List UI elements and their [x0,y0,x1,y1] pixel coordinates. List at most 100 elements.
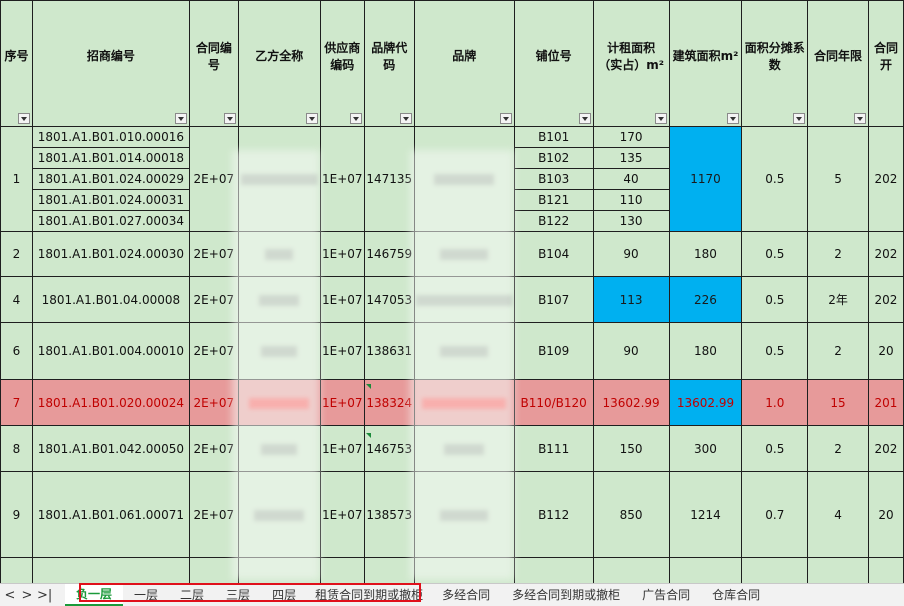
filter-dropdown-icon[interactable] [727,113,740,124]
prev-sheet-icon[interactable]: < [3,588,17,603]
filter-dropdown-icon[interactable] [793,113,806,124]
cell-contract-no[interactable]: 2E+07 [188,379,239,426]
cell-brand-code[interactable]: 146753 [363,425,415,472]
cell-merchant-code[interactable]: 1801.A1.B01.027.00034 [33,211,188,231]
header-contract-no[interactable]: 合同编号 [188,0,239,127]
cell-supplier-code[interactable]: 1E+07 [319,276,365,323]
cell-contract-years[interactable]: 2 [807,425,869,472]
cell-area-factor[interactable]: 0.5 [741,231,809,277]
cell-party-b-name-redacted[interactable] [237,276,321,323]
header-seq[interactable]: 序号 [0,0,33,127]
tab-multi-contract[interactable]: 多经合同 [431,585,501,605]
header-area-factor[interactable]: 面积分摊系数 [741,0,809,127]
cell-brand-redacted[interactable] [413,276,515,323]
cell-contract-years[interactable]: 15 [807,379,869,426]
cell-area-factor[interactable]: 0.5 [741,126,809,232]
cell-merchant-code[interactable]: 1801.A1.B01.061.00071 [31,471,190,558]
header-build-area[interactable]: 建筑面积m² [668,0,743,127]
cell-rent-area[interactable]: 130 [594,211,668,231]
filter-dropdown-icon[interactable] [399,113,412,124]
cell-party-b-name-redacted[interactable] [237,471,321,558]
filter-dropdown-icon[interactable] [499,113,512,124]
header-contract-years[interactable]: 合同年限 [807,0,869,127]
last-sheet-icon[interactable]: >| [37,588,52,603]
cell-unit-nos[interactable]: B101 B102 B103 B121 B122 [513,126,594,232]
header-party-b-name[interactable]: 乙方全称 [237,0,321,127]
tab-floor-2[interactable]: 二层 [169,585,215,605]
cell-party-b-name-redacted[interactable] [237,425,321,472]
cell-rent-area[interactable]: 13602.99 [592,379,670,426]
cell-area-factor[interactable]: 0.5 [741,322,809,380]
cell-merchant-code[interactable]: 1801.A1.B01.004.00010 [31,322,190,380]
cell-rent-area[interactable]: 135 [594,148,669,169]
header-unit-no[interactable]: 铺位号 [513,0,594,127]
tab-multi-contract-expired[interactable]: 多经合同到期或撤柜 [501,585,631,605]
cell-brand-code[interactable]: 138324 [363,379,415,426]
cell-rent-area[interactable]: 90 [592,231,670,277]
cell-area-factor[interactable]: 0.5 [741,276,809,323]
filter-dropdown-icon[interactable] [17,113,30,124]
header-brand-code[interactable]: 品牌代码 [363,0,415,127]
next-sheet-icon[interactable]: > [20,588,34,603]
cell-seq[interactable]: 2 [0,231,33,277]
cell-contract-start[interactable]: 201 [867,379,904,426]
cell-unit-no[interactable]: B121 [515,190,593,211]
tab-lease-expired[interactable]: 租赁合同到期或撤柜 [307,585,431,605]
cell-brand-redacted[interactable] [413,471,515,558]
cell-brand-code[interactable]: 147135 [363,126,415,232]
cell-seq[interactable]: 9 [0,471,33,558]
cell-party-b-name-redacted[interactable] [237,322,321,380]
cell-unit-no[interactable]: B112 [513,471,594,558]
cell-supplier-code[interactable]: 1E+07 [319,425,365,472]
filter-dropdown-icon[interactable] [654,113,667,124]
cell-build-area[interactable]: 226 [668,276,743,323]
table-row[interactable]: 2 1801.A1.B01.024.00030 2E+07 1E+07 1467… [0,231,904,277]
cell-merchant-code[interactable]: 1801.A1.B01.020.00024 [31,379,190,426]
filter-dropdown-icon[interactable] [174,113,187,124]
cell-contract-start[interactable]: 20 [867,322,904,380]
tab-ad-contract[interactable]: 广告合同 [631,585,701,605]
tab-floor-4[interactable]: 四层 [261,585,307,605]
cell-brand-redacted[interactable] [413,231,515,277]
cell-seq[interactable]: 4 [0,276,33,323]
table-row[interactable]: 8 1801.A1.B01.042.00050 2E+07 1E+07 1467… [0,425,904,472]
cell-brand-code[interactable]: 138573 [363,471,415,558]
header-merchant-code[interactable]: 招商编号 [31,0,190,127]
cell-unit-no[interactable]: B107 [513,276,594,323]
cell-supplier-code[interactable]: 1E+07 [319,126,365,232]
cell-seq[interactable]: 6 [0,322,33,380]
cell-build-area[interactable]: 300 [668,425,743,472]
cell-contract-start[interactable]: 20 [867,471,904,558]
cell-unit-no[interactable]: B122 [515,211,592,231]
cell-area-factor[interactable]: 0.5 [741,425,809,472]
cell-rent-area[interactable]: 40 [594,169,669,190]
cell-seq[interactable]: 7 [0,379,33,426]
cell-rent-area[interactable]: 170 [594,128,669,148]
header-rent-area[interactable]: 计租面积（实占）m² [592,0,670,127]
cell-party-b-name-redacted[interactable] [237,379,321,426]
cell-area-factor[interactable]: 1.0 [741,379,809,426]
cell-contract-years[interactable]: 5 [807,126,869,232]
cell-contract-no[interactable]: 2E+07 [188,471,239,558]
cell-contract-no[interactable]: 2E+07 [188,231,239,277]
cell-contract-no[interactable]: 2E+07 [188,276,239,323]
cell-unit-no[interactable]: B110/B120 [513,379,594,426]
cell-merchant-code[interactable]: 1801.A1.B01.042.00050 [31,425,190,472]
filter-dropdown-icon[interactable] [578,113,591,124]
table-row[interactable]: 1 1801.A1.B01.010.00016 1801.A1.B01.014.… [0,126,904,232]
cell-build-area[interactable]: 180 [668,322,743,380]
cell-build-area[interactable]: 1170 [668,126,743,232]
cell-merchant-codes[interactable]: 1801.A1.B01.010.00016 1801.A1.B01.014.00… [31,126,190,232]
cell-contract-years[interactable]: 4 [807,471,869,558]
cell-supplier-code[interactable]: 1E+07 [319,379,365,426]
header-contract-start[interactable]: 合同开 [867,0,904,127]
cell-contract-start[interactable]: 202 [867,276,904,323]
filter-dropdown-icon[interactable] [305,113,318,124]
cell-contract-start[interactable]: 202 [867,425,904,472]
header-supplier-code[interactable]: 供应商编码 [319,0,365,127]
cell-contract-years[interactable]: 2 [807,231,869,277]
cell-contract-years[interactable]: 2年 [807,276,869,323]
cell-brand-code[interactable]: 147053 [363,276,415,323]
table-row[interactable]: 9 1801.A1.B01.061.00071 2E+07 1E+07 1385… [0,471,904,558]
cell-brand-code[interactable]: 138631 [363,322,415,380]
